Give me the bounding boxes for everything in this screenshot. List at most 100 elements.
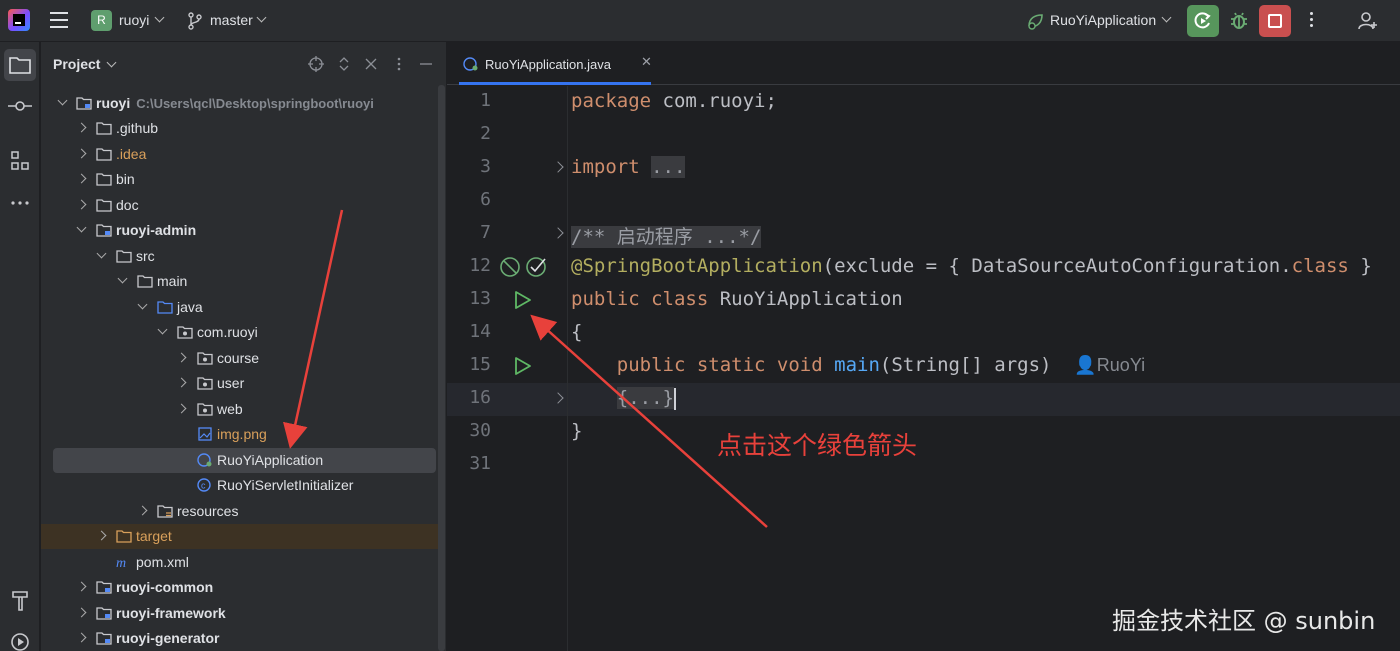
expand-arrow-icon[interactable] — [76, 581, 87, 592]
tree-row-idea[interactable]: .idea — [41, 142, 439, 167]
author-hint[interactable]: 👤RuoYi — [1074, 355, 1145, 375]
project-tool-button[interactable] — [4, 49, 36, 81]
tree-label: ruoyi-common — [116, 579, 214, 595]
tree-row-ruoyi-framework[interactable]: ruoyi-framework — [41, 601, 439, 626]
tree-row-course[interactable]: course — [41, 346, 439, 371]
stop-button[interactable] — [1259, 5, 1291, 37]
tree-row-resources[interactable]: resources — [41, 499, 439, 524]
fold-chevron-icon[interactable] — [552, 227, 564, 239]
excluded-folder-icon — [116, 530, 132, 543]
options-icon[interactable] — [391, 56, 407, 72]
code-text: package com.ruoyi; — [571, 90, 777, 112]
watermark: 掘金技术社区 @ sunbin — [1112, 607, 1376, 635]
spring-class-icon — [463, 57, 478, 71]
fold-chevron-icon[interactable] — [552, 392, 564, 404]
run-configuration-selector[interactable]: RuoYiApplication — [1050, 12, 1156, 28]
project-scrollbar[interactable] — [438, 85, 445, 651]
expand-arrow-icon[interactable] — [76, 607, 87, 618]
expand-arrow-icon[interactable] — [76, 222, 87, 233]
tree-row-ruoyi-application[interactable]: RuoYiApplication — [53, 448, 436, 473]
tree-row-ruoyi[interactable]: ruoyi C:\Users\qcl\Desktop\springboot\ruo… — [41, 91, 439, 116]
code-text: /** 启动程序 ...*/ — [571, 226, 762, 248]
spring-config-gutter-icon[interactable] — [525, 256, 547, 278]
hide-panel-icon[interactable] — [418, 56, 434, 72]
expand-arrow-icon[interactable] — [137, 505, 148, 516]
project-switcher[interactable]: ruoyi — [119, 12, 149, 28]
expand-arrow-icon[interactable] — [157, 324, 168, 335]
chevron-down-icon[interactable] — [256, 12, 267, 23]
expand-arrow-icon[interactable] — [76, 122, 87, 133]
expand-arrow-icon[interactable] — [76, 632, 87, 643]
ellipsis-icon — [11, 201, 29, 205]
fold-chevron-icon[interactable] — [552, 161, 564, 173]
chevron-down-icon[interactable] — [106, 57, 117, 68]
editor-tab[interactable]: RuoYiApplication.java ✕ — [459, 42, 652, 85]
structure-tool-button[interactable] — [4, 145, 36, 177]
spring-class-icon — [197, 453, 212, 467]
tree-row-doc[interactable]: doc — [41, 193, 439, 218]
project-panel-title[interactable]: Project — [53, 56, 100, 72]
tree-row-github[interactable]: .github — [41, 116, 439, 141]
expand-arrow-icon[interactable] — [96, 248, 107, 259]
expand-all-icon[interactable] — [336, 56, 352, 72]
tool-window-strip — [0, 42, 40, 651]
tree-row-ruoyi-common[interactable]: ruoyi-common — [41, 575, 439, 600]
tree-label: course — [217, 350, 260, 366]
title-bar: R ruoyi master RuoYiApplication — [0, 0, 1400, 42]
expand-arrow-icon[interactable] — [76, 173, 87, 184]
expand-arrow-icon[interactable] — [96, 530, 107, 541]
intellij-logo-icon[interactable] — [8, 9, 30, 31]
commit-tool-button[interactable] — [4, 90, 36, 122]
more-actions-icon[interactable] — [1303, 9, 1319, 33]
line-number: 14 — [469, 321, 491, 342]
run-main-gutter-icon[interactable] — [511, 355, 533, 377]
project-badge[interactable]: R — [91, 10, 112, 31]
tree-row-ruoyi-generator[interactable]: ruoyi-generator — [41, 626, 439, 651]
main-menu-icon[interactable] — [50, 12, 68, 28]
code-text: { — [571, 321, 583, 343]
code-area[interactable]: 1 package com.ruoyi; 2 3 import ... 6 7 … — [447, 86, 1400, 651]
tree-row-target[interactable]: target — [41, 524, 439, 549]
expand-arrow-icon[interactable] — [176, 403, 187, 414]
tree-row-img-png[interactable]: img.png — [41, 422, 439, 447]
line-number: 3 — [480, 156, 491, 177]
expand-arrow-icon[interactable] — [76, 148, 87, 159]
close-icon[interactable]: ✕ — [641, 55, 652, 70]
expand-arrow-icon[interactable] — [117, 273, 128, 284]
expand-arrow-icon[interactable] — [137, 299, 148, 310]
services-tool-button[interactable] — [4, 626, 36, 651]
expand-arrow-icon[interactable] — [176, 377, 187, 388]
tree-row-bin[interactable]: bin — [41, 167, 439, 192]
tree-row-pom-xml[interactable]: m pom.xml — [41, 550, 439, 575]
locate-file-icon[interactable] — [308, 56, 324, 72]
expand-arrow-icon[interactable] — [76, 199, 87, 210]
expand-arrow-icon[interactable] — [57, 95, 68, 106]
tree-row-src[interactable]: src — [41, 244, 439, 269]
tree-row-main[interactable]: main — [41, 269, 439, 294]
tree-row-com-ruoyi[interactable]: com.ruoyi — [41, 320, 439, 345]
tree-label: RuoYiServletInitializer — [217, 477, 354, 493]
vcs-branch-switcher[interactable]: master — [210, 12, 253, 28]
tree-row-ruoyi-servlet-initializer[interactable]: c RuoYiServletInitializer — [41, 473, 439, 498]
tree-row-user[interactable]: user — [41, 371, 439, 396]
chevron-down-icon[interactable] — [154, 12, 165, 23]
chevron-down-icon[interactable] — [1161, 12, 1172, 23]
tree-label: .idea — [116, 146, 147, 162]
tree-row-ruoyi-admin[interactable]: ruoyi-admin — [41, 218, 439, 243]
annotation-note: 点击这个绿色箭头 — [717, 431, 918, 460]
run-class-gutter-icon[interactable] — [511, 289, 533, 311]
debug-button[interactable] — [1223, 5, 1255, 37]
build-tool-button[interactable] — [4, 584, 36, 616]
add-user-icon[interactable] — [1357, 10, 1379, 32]
expand-arrow-icon[interactable] — [176, 352, 187, 363]
tree-label: com.ruoyi — [197, 324, 258, 340]
collapse-all-icon[interactable] — [363, 56, 379, 72]
more-tools-button[interactable] — [4, 187, 36, 219]
bug-icon — [1231, 12, 1247, 29]
line-number: 15 — [469, 354, 491, 375]
tree-row-java[interactable]: java — [41, 295, 439, 320]
rerun-button[interactable] — [1187, 5, 1219, 37]
stop-icon — [1268, 14, 1282, 28]
spring-bean-gutter-icon[interactable] — [499, 256, 521, 278]
tree-row-web[interactable]: web — [41, 397, 439, 422]
